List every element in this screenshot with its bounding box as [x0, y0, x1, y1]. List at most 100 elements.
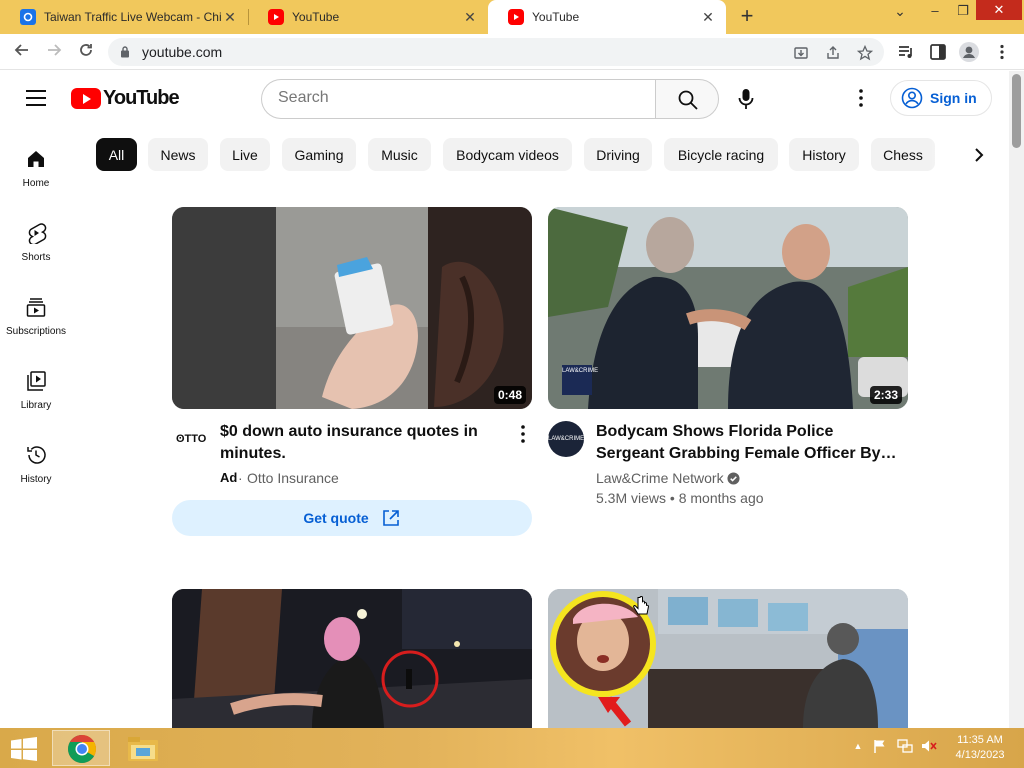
- close-tab-icon[interactable]: ✕: [700, 9, 716, 25]
- video-title-line[interactable]: Sergeant Grabbing Female Officer By…: [596, 443, 897, 465]
- tab-title: Taiwan Traffic Live Webcam - Chi: [44, 10, 222, 24]
- library-icon: [27, 371, 46, 391]
- thumbnail-badge: LAW&CRIME: [562, 368, 599, 374]
- sign-in-button[interactable]: Sign in: [890, 80, 992, 116]
- video-duration: 2:33: [869, 386, 902, 404]
- sidebar-item-home[interactable]: Home: [0, 148, 72, 218]
- network-icon[interactable]: [897, 738, 913, 754]
- chip-chess[interactable]: Chess: [871, 138, 935, 171]
- browser-menu-icon[interactable]: [993, 43, 1011, 61]
- sidebar-item-subscriptions[interactable]: Subscriptions: [0, 296, 72, 366]
- video-thumbnail-restaurant[interactable]: [548, 589, 908, 728]
- youtube-play-icon: [71, 88, 101, 109]
- taskbar-chrome-app[interactable]: [52, 730, 110, 766]
- taskbar-file-explorer-app[interactable]: [114, 730, 172, 766]
- webcam-favicon-icon: [20, 9, 36, 25]
- volume-muted-icon[interactable]: [921, 738, 937, 754]
- get-quote-button[interactable]: Get quote: [172, 500, 532, 536]
- search-input[interactable]: [278, 89, 638, 107]
- youtube-favicon-icon: [268, 9, 284, 25]
- history-icon: [27, 446, 46, 464]
- bookmark-star-icon[interactable]: [857, 45, 873, 61]
- thumbnail-image: [172, 589, 532, 728]
- sidebar-label: Subscriptions: [5, 326, 67, 337]
- new-tab-button[interactable]: +: [736, 5, 758, 28]
- voice-search-button[interactable]: [728, 81, 764, 117]
- video-metadata: 5.3M views • 8 months ago: [596, 490, 764, 506]
- chip-all[interactable]: All: [96, 138, 137, 171]
- share-icon[interactable]: [825, 45, 841, 61]
- back-arrow-icon[interactable]: [10, 40, 34, 64]
- browser-tab-strip: Taiwan Traffic Live Webcam - Chi ✕ YouTu…: [0, 0, 1024, 34]
- video-thumbnail-ad[interactable]: 0:48: [172, 207, 532, 409]
- reload-icon[interactable]: [74, 40, 98, 64]
- sidebar-item-shorts[interactable]: Shorts: [0, 222, 72, 292]
- account-circle-icon: [901, 87, 923, 109]
- verified-badge-icon: [727, 472, 740, 485]
- sidebar-label: Home: [22, 178, 50, 189]
- chip-gaming[interactable]: Gaming: [282, 138, 356, 171]
- clock-date: 4/13/2023: [955, 749, 1005, 761]
- url-text[interactable]: youtube.com: [142, 44, 222, 60]
- channel-name[interactable]: Otto Insurance: [247, 470, 339, 486]
- close-tab-icon[interactable]: ✕: [222, 9, 238, 25]
- sidebar-label: Shorts: [21, 252, 51, 263]
- chip-news[interactable]: News: [148, 138, 208, 171]
- minimize-button[interactable]: –: [920, 0, 950, 26]
- channel-name[interactable]: Law&Crime Network: [596, 470, 724, 486]
- chip-bicycle-racing[interactable]: Bicycle racing: [664, 138, 778, 171]
- forward-arrow-icon[interactable]: [42, 40, 66, 64]
- browser-tab-youtube[interactable]: YouTube ✕: [248, 0, 488, 34]
- sidebar-label: History: [20, 474, 52, 485]
- browser-toolbar: youtube.com: [0, 34, 1024, 70]
- channel-avatar-otto[interactable]: ʘTTO: [176, 428, 206, 450]
- address-bar[interactable]: youtube.com: [108, 38, 884, 66]
- action-center-flag-icon[interactable]: [872, 738, 888, 754]
- search-icon: [678, 90, 698, 110]
- chip-bodycam-videos[interactable]: Bodycam videos: [443, 138, 572, 171]
- video-title-line[interactable]: Bodycam Shows Florida Police: [596, 421, 833, 443]
- restore-button[interactable]: ❐: [950, 0, 976, 26]
- guide-menu-icon[interactable]: [26, 90, 46, 106]
- microphone-icon: [738, 89, 754, 109]
- search-button[interactable]: [655, 79, 719, 119]
- channel-avatar-lawcrime[interactable]: LAW&CRIME: [548, 421, 584, 457]
- close-window-button[interactable]: ✕: [976, 0, 1022, 20]
- search-box[interactable]: [261, 79, 656, 119]
- page-scrollbar-track[interactable]: [1009, 71, 1024, 728]
- video-thumbnail-street[interactable]: [172, 589, 532, 728]
- mouse-pointer-hand-icon: [633, 596, 649, 615]
- chip-driving[interactable]: Driving: [584, 138, 652, 171]
- close-tab-icon[interactable]: ✕: [462, 9, 478, 25]
- lock-icon[interactable]: [120, 45, 130, 58]
- tab-search-dropdown-icon[interactable]: ⌄: [886, 0, 914, 26]
- video-more-icon[interactable]: [514, 424, 532, 444]
- chip-music[interactable]: Music: [368, 138, 431, 171]
- chevron-right-icon[interactable]: [968, 144, 990, 166]
- thumbnail-image: [172, 207, 532, 409]
- side-panel-icon[interactable]: [929, 43, 947, 61]
- logo-wordmark: YouTube: [103, 87, 180, 109]
- show-hidden-icons-caret[interactable]: ▲: [850, 738, 866, 754]
- settings-more-icon[interactable]: [852, 88, 870, 108]
- youtube-logo[interactable]: YouTube: [71, 87, 180, 110]
- sidebar-item-history[interactable]: History: [0, 444, 72, 514]
- profile-avatar-icon[interactable]: [959, 42, 979, 62]
- sidebar-label: Library: [20, 400, 52, 411]
- chip-live[interactable]: Live: [220, 138, 270, 171]
- video-title-line[interactable]: minutes.: [220, 443, 286, 465]
- video-duration: 0:48: [493, 386, 526, 404]
- page-scrollbar-thumb[interactable]: [1012, 74, 1021, 148]
- browser-tab-webcam[interactable]: Taiwan Traffic Live Webcam - Chi ✕: [0, 0, 248, 34]
- install-app-icon[interactable]: [793, 45, 809, 61]
- chip-history[interactable]: History: [789, 138, 859, 171]
- video-thumbnail-bodycam[interactable]: LAW&CRIME 2:33: [548, 207, 908, 409]
- video-title-line[interactable]: $0 down auto insurance quotes in: [220, 421, 478, 443]
- taskbar-clock[interactable]: 11:35 AM 4/13/2023: [948, 733, 1012, 763]
- youtube-favicon-icon: [508, 9, 524, 25]
- browser-tab-youtube-active[interactable]: YouTube ✕: [488, 0, 726, 34]
- sidebar-item-library[interactable]: Library: [0, 370, 72, 440]
- windows-start-icon[interactable]: [10, 737, 38, 761]
- media-controls-icon[interactable]: [897, 43, 915, 61]
- ad-badge: Ad: [220, 470, 238, 485]
